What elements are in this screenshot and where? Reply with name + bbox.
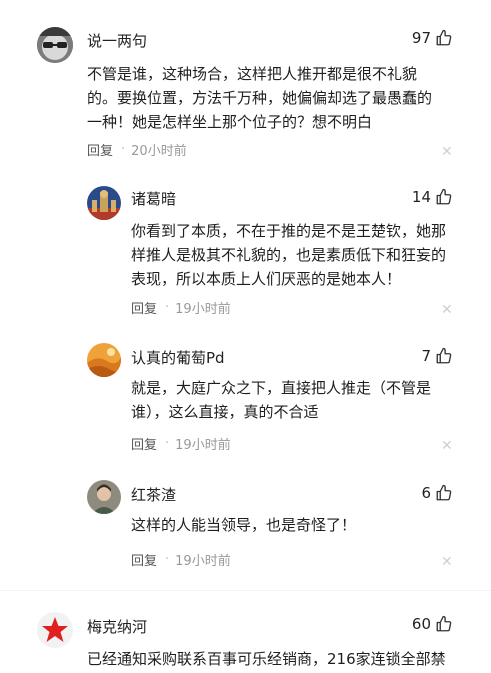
like-button[interactable]: 7 <box>421 347 453 365</box>
comment-text: 你看到了本质，不在于推的是不是王楚钦，她那 样推人是极其不礼貌的，也是素质低下和… <box>131 219 466 291</box>
separator-dot: · <box>121 142 126 157</box>
portrait-avatar <box>87 480 121 514</box>
like-button[interactable]: 60 <box>412 615 453 633</box>
timestamp: 20小时前 <box>131 144 187 159</box>
thumbs-up-icon <box>436 188 452 205</box>
timestamp: 19小时前 <box>175 438 231 453</box>
close-icon[interactable]: ✕ <box>441 303 453 317</box>
user-avatar[interactable] <box>87 480 121 514</box>
comment-line: 样推人是极其不礼貌的，也是素质低下和狂妄的 <box>131 246 447 264</box>
comment-line: 已经通知采购联系百事可乐经销商，216家连锁全部禁 <box>87 650 446 668</box>
username[interactable]: 红茶渣 <box>131 484 176 505</box>
timestamp: 19小时前 <box>175 302 231 317</box>
like-button[interactable]: 6 <box>421 484 453 502</box>
thumbs-up-icon <box>436 615 452 632</box>
thumbs-up-icon <box>436 484 452 501</box>
divider <box>0 590 491 591</box>
username[interactable]: 认真的葡萄Pd <box>131 347 225 368</box>
like-count: 97 <box>411 29 431 47</box>
user-avatar[interactable] <box>37 612 73 648</box>
comment-text: 这样的人能当领导，也是奇怪了！ <box>131 513 466 537</box>
reply-button[interactable]: 回复 <box>131 434 157 453</box>
username[interactable]: 诸葛暗 <box>131 188 176 209</box>
timestamp: 19小时前 <box>175 554 231 569</box>
like-count: 60 <box>411 615 431 633</box>
reply-button[interactable]: 回复 <box>131 550 157 569</box>
like-button[interactable]: 14 <box>412 188 453 206</box>
comment-text: 就是，大庭广众之下，直接把人推走（不管是 谁），这么直接，真的不合适 <box>131 376 466 424</box>
comment-line: 就是，大庭广众之下，直接把人推走（不管是 <box>131 379 432 397</box>
like-count: 6 <box>421 484 431 502</box>
user-avatar[interactable] <box>37 27 73 63</box>
reply-button[interactable]: 回复 <box>87 140 113 159</box>
red-star-avatar <box>37 612 73 648</box>
username[interactable]: 说一两句 <box>87 30 147 51</box>
comment-text: 不管是谁，这种场合，这样把人推开都是很不礼貌 的。要换位置，方法千万种，她偏偏却… <box>87 62 457 134</box>
face-glasses-avatar <box>37 27 73 63</box>
comment-line: 表现，所以本质上人们厌恶的是她本人！ <box>131 270 402 288</box>
close-icon[interactable]: ✕ <box>441 555 453 569</box>
like-button[interactable]: 97 <box>412 29 453 47</box>
like-count: 14 <box>411 188 431 206</box>
comment-meta: 回复 · 20小时前 <box>87 140 187 159</box>
comment-line: 这样的人能当领导，也是奇怪了！ <box>131 516 357 534</box>
user-avatar[interactable] <box>87 343 121 377</box>
desert-dune-avatar <box>87 343 121 377</box>
statue-avatar <box>87 186 121 220</box>
comment-text: 已经通知采购联系百事可乐经销商，216家连锁全部禁 <box>87 647 467 671</box>
comment-meta: 回复 · 19小时前 <box>131 550 231 569</box>
comment-meta: 回复 · 19小时前 <box>131 434 231 453</box>
comment-line: 你看到了本质，不在于推的是不是王楚钦，她那 <box>131 222 447 240</box>
comment-meta: 回复 · 19小时前 <box>131 298 231 317</box>
comment-line: 谁），这么直接，真的不合适 <box>131 403 319 421</box>
username[interactable]: 梅克纳河 <box>87 616 147 637</box>
comment-line: 的。要换位置，方法千万种，她偏偏却选了最愚蠢的 <box>87 89 433 107</box>
user-avatar[interactable] <box>87 186 121 220</box>
comment-line: 一种！她是怎样坐上那个位子的？想不明白 <box>87 113 373 131</box>
separator-dot: · <box>165 436 170 451</box>
separator-dot: · <box>165 300 170 315</box>
close-icon[interactable]: ✕ <box>441 145 453 159</box>
comment-line: 不管是谁，这种场合，这样把人推开都是很不礼貌 <box>87 65 418 83</box>
like-count: 7 <box>421 347 431 365</box>
separator-dot: · <box>165 552 170 567</box>
reply-button[interactable]: 回复 <box>131 298 157 317</box>
close-icon[interactable]: ✕ <box>441 439 453 453</box>
thumbs-up-icon <box>436 29 452 46</box>
thumbs-up-icon <box>436 347 452 364</box>
